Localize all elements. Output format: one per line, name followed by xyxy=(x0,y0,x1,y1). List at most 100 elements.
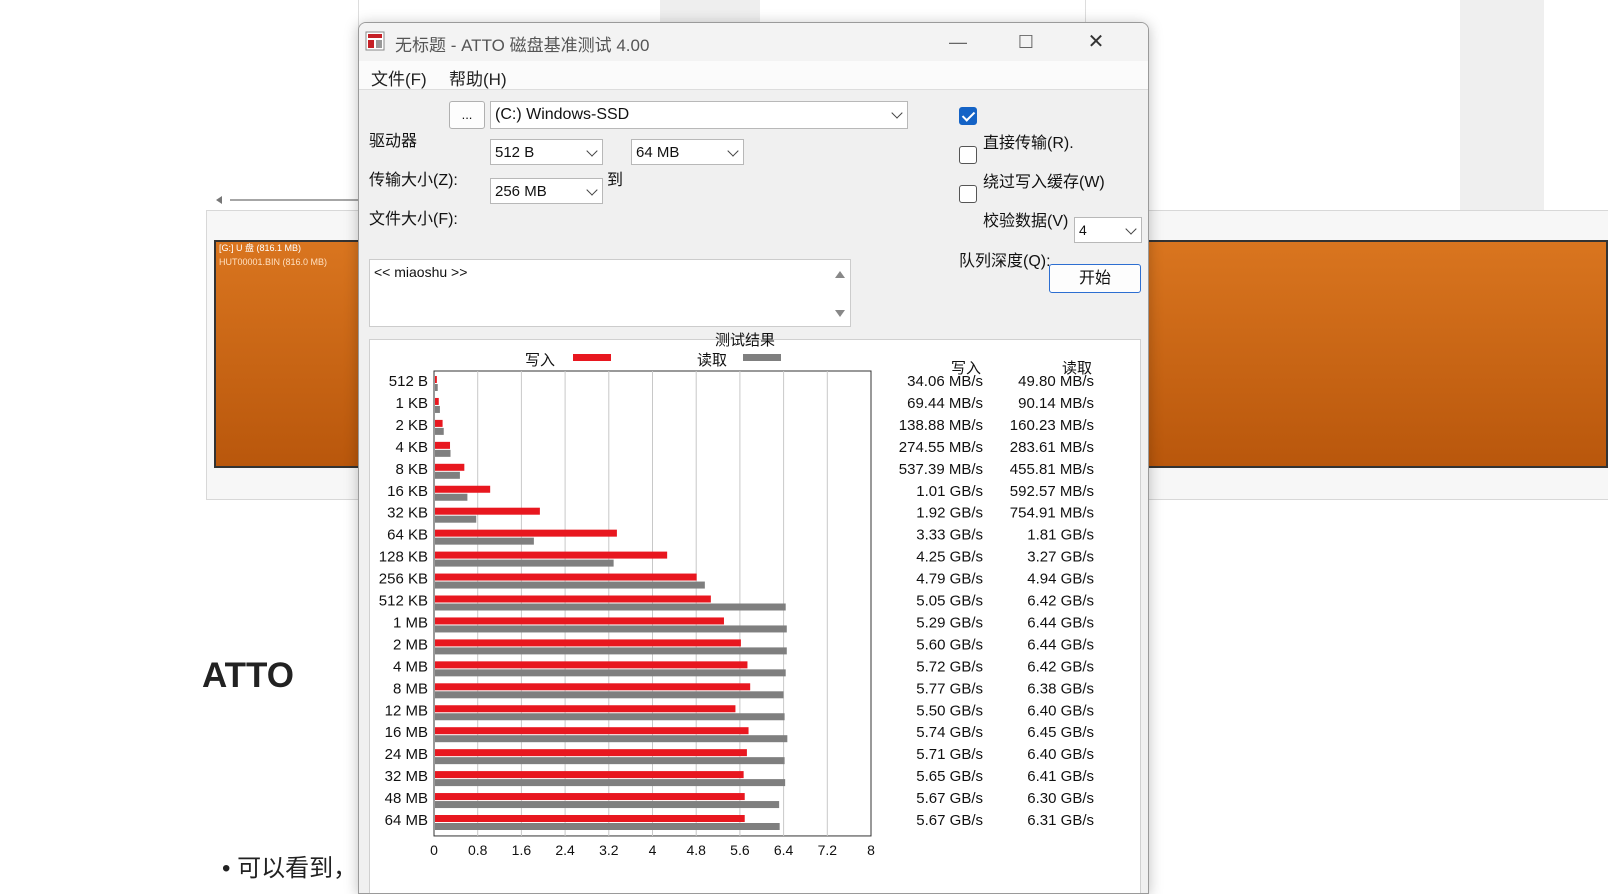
read-value: 6.38 GB/s xyxy=(1027,680,1094,697)
write-bar xyxy=(435,376,437,383)
file-size-value: 256 MB xyxy=(495,183,547,200)
read-bar xyxy=(435,779,786,787)
read-value: 6.42 GB/s xyxy=(1027,658,1094,675)
drive-select[interactable]: (C:) Windows-SSD xyxy=(490,101,908,129)
read-bar xyxy=(435,823,780,830)
write-value: 5.72 GB/s xyxy=(916,658,983,675)
write-bar xyxy=(435,661,748,669)
write-value: 5.77 GB/s xyxy=(916,680,983,697)
background-strip xyxy=(660,0,760,24)
x-tick-label: 1.6 xyxy=(512,842,532,858)
read-bar xyxy=(435,757,785,765)
row-size-label: 64 KB xyxy=(387,527,428,544)
chevron-down-icon xyxy=(586,145,598,157)
bullet-text: 可以看到， xyxy=(237,855,358,882)
read-bar xyxy=(435,471,460,479)
transfer-from-value: 512 B xyxy=(495,144,535,161)
write-value: 1.92 GB/s xyxy=(916,505,983,522)
read-value: 49.80 MB/s xyxy=(1018,373,1094,390)
transfer-to-value: 64 MB xyxy=(636,144,680,161)
read-value: 6.44 GB/s xyxy=(1027,636,1094,653)
read-bar xyxy=(435,537,534,545)
write-bar xyxy=(435,683,751,691)
menu-help[interactable]: 帮助(H) xyxy=(449,65,507,90)
write-bar xyxy=(435,639,741,647)
write-value: 3.33 GB/s xyxy=(916,527,983,544)
row-size-label: 16 MB xyxy=(385,724,428,741)
row-size-label: 64 MB xyxy=(385,812,428,829)
description-scrollbar[interactable] xyxy=(834,266,846,322)
read-value: 6.40 GB/s xyxy=(1027,702,1094,719)
transfer-to-select[interactable]: 64 MB xyxy=(631,139,744,165)
x-tick-label: 0.8 xyxy=(468,842,488,858)
legend-read-swatch xyxy=(743,354,781,361)
write-bar xyxy=(435,815,745,822)
read-bar xyxy=(435,581,705,589)
minimize-button[interactable]: — xyxy=(935,25,981,59)
read-value: 4.94 GB/s xyxy=(1027,571,1094,588)
background-scrollbar[interactable] xyxy=(214,193,358,207)
results-title: 测试结果 xyxy=(715,332,776,349)
title-bar[interactable]: 无标题 - ATTO 磁盘基准测试 4.00 — ☐ ✕ xyxy=(359,23,1148,61)
row-size-label: 4 MB xyxy=(393,658,428,675)
legend-write-swatch xyxy=(573,354,611,361)
x-tick-label: 8 xyxy=(867,842,875,858)
write-bar xyxy=(435,749,747,757)
background-scrollbar-area xyxy=(1460,0,1544,210)
write-bar xyxy=(435,573,697,581)
app-icon xyxy=(365,31,385,51)
row-size-label: 32 MB xyxy=(385,768,428,785)
row-size-label: 512 B xyxy=(389,373,428,390)
description-box[interactable]: << miaoshu >> xyxy=(369,259,851,327)
write-bar xyxy=(435,771,744,779)
queue-depth-select[interactable]: 4 xyxy=(1074,217,1142,243)
write-bar xyxy=(435,463,465,471)
write-value: 4.79 GB/s xyxy=(916,571,983,588)
bypass-cache-label: 绕过写入缓存(W) xyxy=(983,174,1105,191)
write-value: 5.60 GB/s xyxy=(916,636,983,653)
write-value: 138.88 MB/s xyxy=(899,417,983,434)
maximize-button[interactable]: ☐ xyxy=(1003,25,1049,59)
read-bar xyxy=(435,449,451,457)
read-bar xyxy=(435,559,614,567)
row-size-label: 12 MB xyxy=(385,702,428,719)
read-value: 6.44 GB/s xyxy=(1027,614,1094,631)
write-bar xyxy=(435,441,451,449)
write-bar xyxy=(435,507,540,515)
background-file-label: HUT00001.BIN (816.0 MB) xyxy=(219,257,328,267)
write-value: 5.74 GB/s xyxy=(916,724,983,741)
bypass-cache-checkbox[interactable] xyxy=(959,146,977,164)
background-panel xyxy=(206,0,359,210)
read-bar xyxy=(435,405,440,413)
direct-io-checkbox[interactable] xyxy=(959,107,977,125)
read-value: 455.81 MB/s xyxy=(1010,461,1094,478)
row-size-label: 2 KB xyxy=(395,417,428,434)
transfer-from-select[interactable]: 512 B xyxy=(490,139,603,165)
queue-depth-value: 4 xyxy=(1079,222,1087,238)
row-size-label: 4 KB xyxy=(395,439,428,456)
verify-checkbox[interactable] xyxy=(959,185,977,203)
row-size-label: 8 KB xyxy=(395,461,428,478)
drive-select-value: (C:) Windows-SSD xyxy=(495,106,630,123)
read-bar xyxy=(435,669,786,677)
page-bullet-text: • 可以看到， xyxy=(222,855,358,882)
file-size-select[interactable]: 256 MB xyxy=(490,178,603,204)
x-tick-label: 4.8 xyxy=(686,842,706,858)
file-size-label: 文件大小(F): xyxy=(369,211,458,228)
direct-io-label: 直接传输(R). xyxy=(983,135,1074,152)
read-bar xyxy=(435,625,787,633)
window-title: 无标题 - ATTO 磁盘基准测试 4.00 xyxy=(395,36,650,55)
browse-button[interactable]: ... xyxy=(449,101,485,129)
start-button[interactable]: 开始 xyxy=(1049,264,1141,293)
menu-file[interactable]: 文件(F) xyxy=(371,65,427,90)
write-value: 5.65 GB/s xyxy=(916,768,983,785)
chevron-down-icon xyxy=(1125,223,1137,235)
write-value: 5.05 GB/s xyxy=(916,593,983,610)
drive-label: 驱动器 xyxy=(369,133,418,150)
row-size-label: 128 KB xyxy=(379,549,428,566)
close-button[interactable]: ✕ xyxy=(1073,25,1119,59)
read-bar xyxy=(435,735,788,743)
write-value: 5.67 GB/s xyxy=(916,812,983,829)
x-tick-label: 2.4 xyxy=(555,842,575,858)
write-value: 274.55 MB/s xyxy=(899,439,983,456)
